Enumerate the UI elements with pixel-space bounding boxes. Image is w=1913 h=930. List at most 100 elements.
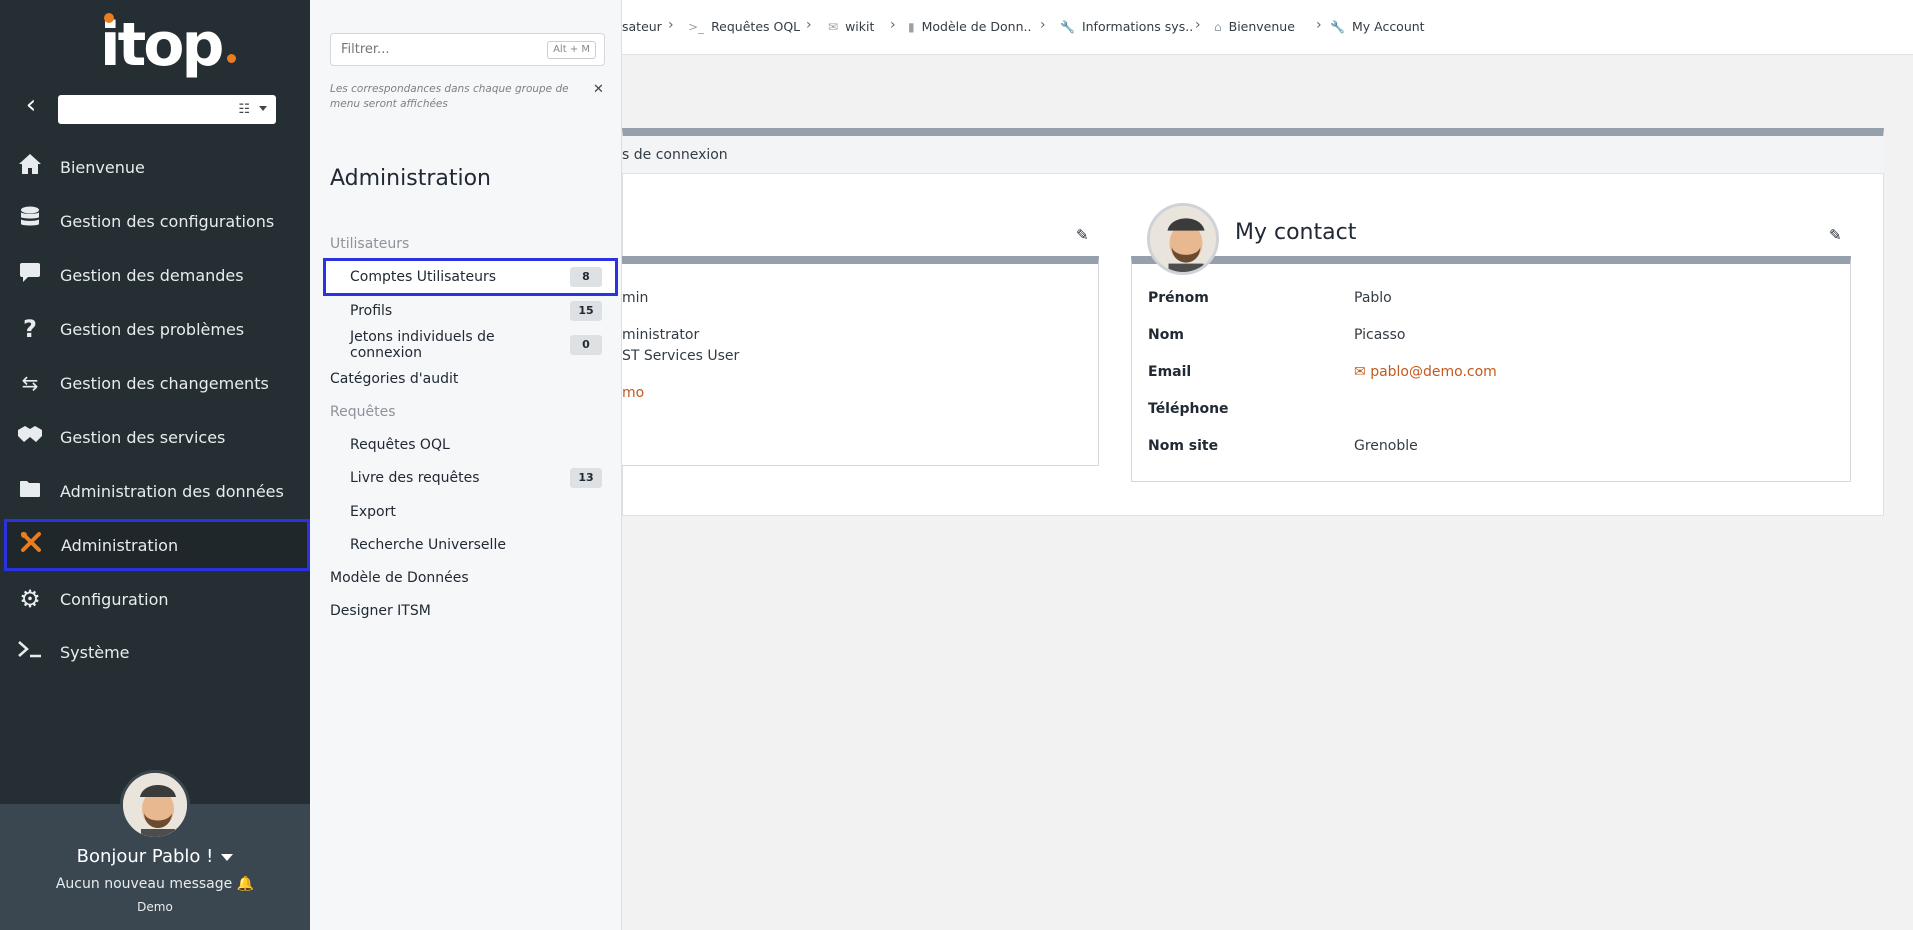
menu-item-administration-donnees[interactable]: Administration des données — [6, 469, 306, 513]
breadcrumb-item[interactable]: >_ Requêtes OQL — [688, 19, 800, 34]
submenu-designer-itsm[interactable]: Designer ITSM — [330, 598, 610, 624]
breadcrumb-label: Modèle de Donn.. — [921, 19, 1032, 34]
menu-item-gestion-services[interactable]: Gestion des services — [6, 415, 306, 459]
user-avatar[interactable] — [120, 770, 190, 840]
wrench-icon: 🔧 — [1060, 19, 1075, 34]
user-greeting: Bonjour Pablo ! — [76, 846, 214, 867]
menu-item-label: Bienvenue — [60, 157, 145, 177]
field-value-link[interactable]: mo — [622, 385, 644, 401]
menu-item-label: Système — [60, 642, 130, 662]
submenu-label: Export — [350, 504, 396, 520]
field-label: Prénom — [1148, 290, 1209, 306]
breadcrumb-label: My Account — [1351, 19, 1425, 34]
organization-select[interactable]: ☷ — [58, 95, 276, 124]
submenu-requetes-oql[interactable]: Requêtes OQL — [350, 432, 610, 458]
menu-item-bienvenue[interactable]: Bienvenue — [6, 145, 306, 189]
menu-item-label: Gestion des changements — [60, 373, 269, 393]
close-icon[interactable]: ✕ — [593, 82, 604, 97]
submenu-categories-audit[interactable]: Catégories d'audit — [330, 366, 610, 392]
breadcrumb-item[interactable]: 🔧 Informations sys.. — [1060, 19, 1193, 34]
menu-item-label: Gestion des configurations — [60, 211, 275, 231]
tab-strip — [622, 136, 1884, 174]
folder-icon — [6, 479, 54, 504]
menu-item-gestion-demandes[interactable]: Gestion des demandes — [6, 253, 306, 297]
wrench-icon: 🔧 — [1330, 19, 1345, 34]
submenu-jetons-connexion[interactable]: Jetons individuels de connexion 0 — [350, 329, 610, 361]
notifications-text: Aucun nouveau message — [55, 876, 233, 892]
logo-text: itop — [100, 10, 224, 80]
breadcrumb-label: Bienvenue — [1228, 19, 1295, 34]
count-badge: 8 — [570, 267, 602, 287]
edit-pencil-icon[interactable]: ✎ — [1829, 226, 1842, 244]
menu-item-label: Administration des données — [60, 481, 284, 501]
field-value: ministrator — [622, 327, 700, 343]
email-value: pablo@demo.com — [1370, 364, 1497, 380]
tab-connexion[interactable]: s de connexion — [622, 147, 728, 163]
exchange-icon: ⇆ — [21, 371, 39, 395]
menu-filter-input[interactable] — [331, 34, 531, 65]
itop-logo[interactable]: itop — [100, 8, 240, 83]
sitemap-icon: ☷ — [238, 102, 250, 117]
menu-item-label: Configuration — [60, 589, 169, 609]
submenu-livre-requetes[interactable]: Livre des requêtes 13 — [350, 465, 610, 491]
breadcrumb-item[interactable]: sateur — [622, 19, 662, 34]
count-badge: 13 — [570, 468, 602, 488]
submenu-label: Requêtes OQL — [350, 437, 450, 453]
breadcrumb-item[interactable]: 🔧 My Account — [1330, 19, 1425, 34]
collapse-menu-icon[interactable]: ‹ — [18, 92, 44, 118]
menu-item-gestion-problemes[interactable]: ? Gestion des problèmes — [6, 307, 306, 351]
home-icon — [6, 153, 54, 181]
submenu-label: Catégories d'audit — [330, 371, 459, 387]
field-label: Nom — [1148, 327, 1184, 343]
chevron-right-icon: › — [1195, 17, 1201, 33]
submenu-label: Jetons individuels de connexion — [350, 329, 495, 361]
menu-filter: Alt + M — [330, 33, 605, 66]
edit-pencil-icon[interactable]: ✎ — [1076, 226, 1089, 244]
menu-item-administration[interactable]: Administration — [4, 519, 310, 571]
chevron-right-icon: › — [1040, 17, 1046, 33]
field-value: min — [622, 290, 649, 306]
field-label: Téléphone — [1148, 401, 1229, 417]
breadcrumb-item[interactable]: ✉ wikit — [828, 19, 874, 34]
user-organization: Demo — [137, 900, 173, 914]
email-link[interactable]: ✉ pablo@demo.com — [1354, 364, 1497, 380]
breadcrumb-label: sateur — [622, 19, 662, 34]
main-sidebar: itop ‹ ☷ Bienvenue Gestion des configura… — [0, 0, 310, 930]
tools-icon — [7, 531, 55, 559]
menu-item-systeme[interactable]: Système — [6, 630, 306, 674]
menu-group-utilisateurs[interactable]: Utilisateurs — [330, 231, 610, 257]
submenu-label: Livre des requêtes — [350, 470, 480, 486]
chevron-right-icon: › — [668, 17, 674, 33]
notifications-toggle[interactable]: Aucun nouveau message 🔔 — [0, 876, 310, 892]
submenu-recherche-universelle[interactable]: Recherche Universelle — [350, 532, 610, 558]
terminal-icon: >_ — [688, 19, 705, 34]
database-icon — [6, 206, 54, 236]
chevron-right-icon: › — [806, 17, 812, 33]
field-value: Picasso — [1354, 327, 1406, 343]
submenu-modele-donnees[interactable]: Modèle de Données — [330, 565, 610, 591]
contact-avatar — [1147, 203, 1219, 275]
breadcrumb-item[interactable]: ⌂ Bienvenue — [1214, 19, 1295, 34]
book-icon: ▮ — [908, 19, 915, 34]
field-value: Pablo — [1354, 290, 1392, 306]
administration-flyout-menu: Alt + M Les correspondances dans chaque … — [310, 0, 622, 930]
submenu-comptes-utilisateurs[interactable]: Comptes Utilisateurs 8 — [350, 264, 610, 290]
menu-item-gestion-changements[interactable]: ⇆ Gestion des changements — [6, 361, 306, 405]
submenu-label: Recherche Universelle — [350, 537, 506, 553]
menu-group-label: Requêtes — [330, 404, 396, 420]
chevron-down-icon — [221, 853, 234, 861]
envelope-icon: ✉ — [828, 19, 839, 34]
submenu-profils[interactable]: Profils 15 — [350, 298, 610, 324]
chevron-down-icon — [259, 106, 267, 111]
field-value: ST Services User — [622, 348, 740, 364]
menu-item-gestion-configurations[interactable]: Gestion des configurations — [6, 199, 306, 243]
contact-card-title: My contact — [1235, 220, 1357, 245]
menu-group-requetes[interactable]: Requêtes — [330, 399, 610, 425]
menu-item-configuration[interactable]: ⚙ Configuration — [6, 577, 306, 621]
field-value: Grenoble — [1354, 438, 1418, 454]
breadcrumb-item[interactable]: ▮ Modèle de Donn.. — [908, 19, 1031, 34]
filter-hint: Les correspondances dans chaque groupe d… — [330, 83, 569, 110]
user-menu-toggle[interactable]: Bonjour Pablo ! — [0, 846, 310, 867]
filter-shortcut-badge: Alt + M — [547, 41, 596, 59]
submenu-export[interactable]: Export — [350, 499, 610, 525]
